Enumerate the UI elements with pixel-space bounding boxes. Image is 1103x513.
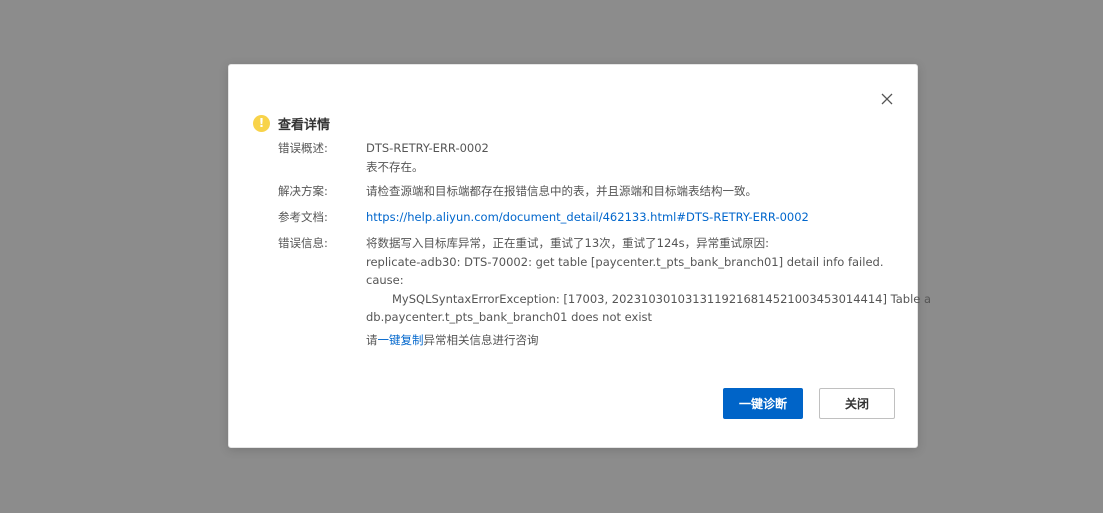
error-line: MySQLSyntaxErrorException: [17003, 20231… <box>392 291 932 306</box>
diagnose-button[interactable]: 一键诊断 <box>723 388 803 419</box>
solution-label: 解决方案: <box>278 184 328 198</box>
close-button[interactable]: 关闭 <box>819 388 895 419</box>
summary-label: 错误概述: <box>278 141 328 155</box>
solution-text: 请检查源端和目标端都存在报错信息中的表，并且源端和目标端表结构一致。 <box>366 184 757 198</box>
error-line: cause: <box>366 273 404 287</box>
doc-label: 参考文档: <box>278 210 328 224</box>
error-label: 错误信息: <box>278 236 328 250</box>
doc-link[interactable]: https://help.aliyun.com/document_detail/… <box>366 210 809 224</box>
detail-dialog: ! 查看详情 错误概述: DTS-RETRY-ERR-0002 表不存在。 解决… <box>228 64 932 448</box>
summary-text: 表不存在。 <box>366 159 424 174</box>
close-icon[interactable] <box>877 89 897 109</box>
dialog-title: 查看详情 <box>278 117 331 133</box>
hint-suffix: 异常相关信息进行咨询 <box>423 333 539 347</box>
error-line: replicate-adb30: DTS-70002: get table [p… <box>366 254 884 269</box>
copy-hint: 请一键复制异常相关信息进行咨询 <box>366 332 539 348</box>
error-line: 将数据写入目标库异常，正在重试，重试了13次，重试了124s，异常重试原因: <box>366 236 769 250</box>
summary-code: DTS-RETRY-ERR-0002 <box>366 141 489 155</box>
warning-icon: ! <box>253 114 270 132</box>
dialog-header: ! 查看详情 <box>253 113 330 133</box>
error-line: db.paycenter.t_pts_bank_branch01 does no… <box>366 310 653 324</box>
hint-prefix: 请 <box>366 333 378 347</box>
copy-link[interactable]: 一键复制 <box>378 333 424 347</box>
